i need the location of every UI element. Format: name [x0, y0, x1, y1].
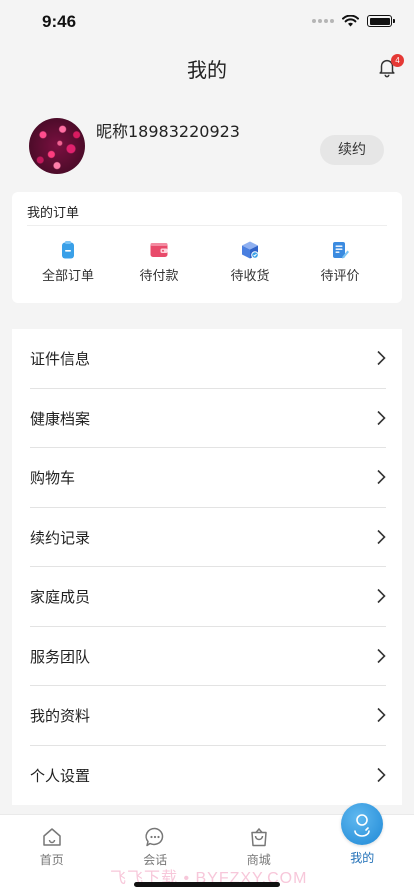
tab-home[interactable]: 首页	[0, 815, 104, 875]
order-pending-review-button[interactable]: 待评价	[300, 240, 380, 290]
home-icon	[43, 828, 61, 846]
menu-item-certificates[interactable]: 证件信息	[12, 329, 402, 389]
shopping-bag-icon	[251, 827, 267, 847]
menu-item-my-profile[interactable]: 我的资料	[12, 686, 402, 746]
chevron-right-icon	[377, 529, 386, 544]
order-all-label: 全部订单	[41, 269, 94, 284]
chevron-right-icon	[377, 410, 386, 425]
tab-label: 首页	[39, 853, 64, 867]
edit-note-icon	[333, 242, 349, 259]
status-time: 9:46	[42, 12, 77, 31]
wifi-icon	[342, 15, 359, 27]
order-pending-receipt-button[interactable]: 待收货	[210, 240, 290, 290]
page-title: 我的	[187, 58, 227, 82]
order-all-button[interactable]: 全部订单	[28, 240, 108, 290]
menu-item-label: 服务团队	[30, 647, 91, 666]
home-indicator	[134, 882, 280, 887]
chevron-right-icon	[377, 767, 386, 782]
orders-title: 我的订单	[27, 206, 80, 221]
battery-icon	[367, 15, 395, 27]
status-icons	[312, 15, 395, 27]
profile-tab-fab[interactable]	[341, 803, 383, 845]
menu-item-label: 家庭成员	[30, 588, 91, 606]
menu-item-cart[interactable]: 购物车	[12, 448, 402, 508]
menu-item-label: 续约记录	[30, 528, 91, 547]
signal-icon	[312, 19, 334, 23]
order-pending-review-label: 待评价	[320, 269, 360, 284]
chevron-right-icon	[377, 588, 386, 604]
menu-item-label: 健康档案	[30, 409, 91, 428]
order-pending-payment-label: 待付款	[139, 269, 179, 284]
menu-item-label: 个人设置	[30, 766, 91, 785]
divider	[27, 225, 387, 226]
package-icon	[242, 241, 259, 259]
nickname: 昵称18983220923	[96, 122, 240, 141]
clipboard-icon	[62, 241, 74, 259]
menu-list: 证件信息 健康档案 购物车 续约记录 家庭成员 服务团队 我的资料 个人设置	[12, 329, 402, 805]
chevron-right-icon	[377, 707, 386, 723]
menu-item-label: 证件信息	[30, 350, 91, 368]
order-pending-payment-button[interactable]: 待付款	[119, 240, 199, 290]
chevron-right-icon	[377, 469, 386, 485]
notification-button[interactable]: 4	[376, 54, 404, 80]
orders-card: 我的订单 全部订单 待付款 待收货 待评价	[12, 192, 402, 303]
menu-item-health-records[interactable]: 健康档案	[12, 389, 402, 448]
menu-item-renewal-records[interactable]: 续约记录	[12, 508, 402, 567]
wallet-icon	[150, 243, 168, 257]
notification-badge: 4	[391, 54, 404, 67]
chat-icon	[145, 827, 164, 847]
tab-label: 我的	[350, 851, 375, 865]
renew-button[interactable]: 续约	[320, 135, 384, 165]
chevron-right-icon	[377, 648, 386, 663]
order-pending-receipt-label: 待收货	[230, 269, 270, 284]
status-bar: 9:46	[0, 0, 414, 44]
menu-item-family-members[interactable]: 家庭成员	[12, 567, 402, 627]
nav-bar: 我的 4	[0, 44, 414, 90]
menu-item-label: 购物车	[30, 469, 76, 487]
menu-item-service-team[interactable]: 服务团队	[12, 627, 402, 686]
profile-icon	[354, 814, 370, 837]
profile-header: 昵称18983220923 续约	[0, 112, 414, 182]
chevron-right-icon	[377, 350, 386, 366]
avatar[interactable]	[29, 118, 85, 174]
menu-item-settings[interactable]: 个人设置	[12, 746, 402, 806]
menu-item-label: 我的资料	[30, 707, 91, 725]
